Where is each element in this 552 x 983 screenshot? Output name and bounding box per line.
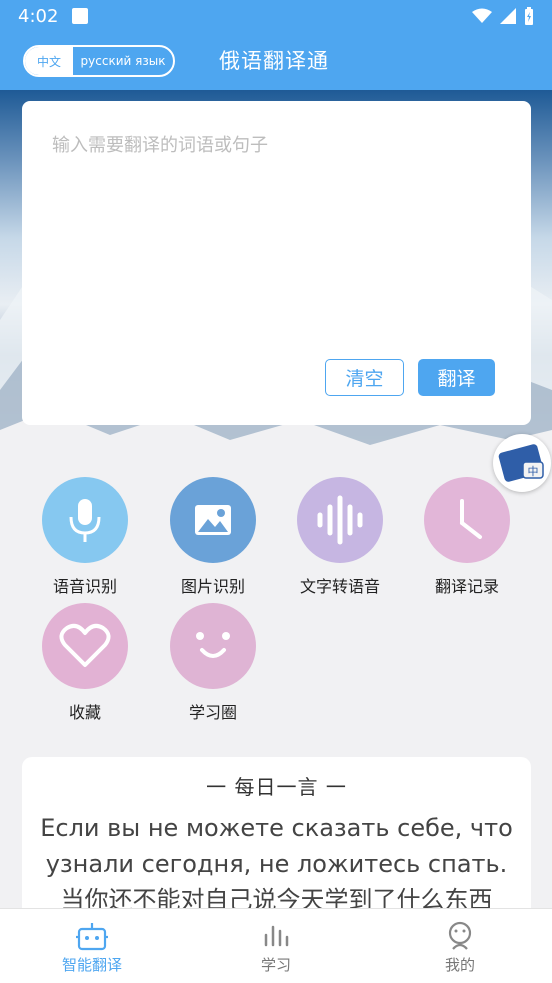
nav-smart-translate[interactable]: 智能翻译	[0, 909, 184, 983]
feature-label: 文字转语音	[299, 577, 380, 596]
waveform-icon	[297, 477, 383, 563]
feature-image-recognition[interactable]: 图片识别	[158, 477, 268, 597]
daily-quote-russian: Если вы не можете сказать себе, что узна…	[40, 814, 513, 878]
translation-input[interactable]	[52, 131, 502, 331]
bars-icon	[264, 925, 289, 947]
image-icon	[170, 477, 256, 563]
clock-icon	[424, 477, 510, 563]
feature-label: 收藏	[68, 703, 101, 722]
nav-mine[interactable]: 我的	[368, 909, 552, 983]
feature-label: 学习圈	[188, 703, 237, 722]
nav-label: 我的	[444, 956, 475, 974]
feature-text-to-speech[interactable]: 文字转语音	[285, 477, 395, 597]
status-bar: 4:02	[0, 0, 552, 32]
microphone-icon	[42, 477, 128, 563]
clear-button[interactable]: 清空	[325, 359, 404, 396]
heart-icon	[42, 603, 128, 689]
bottom-navigation: 智能翻译 学习 我的	[0, 908, 552, 983]
lang-target-option[interactable]: русский язык	[73, 47, 173, 75]
translation-input-card: 清空 翻译	[22, 101, 531, 425]
nav-label: 智能翻译	[61, 956, 122, 974]
notification-icon	[72, 8, 89, 24]
feature-translation-history[interactable]: 翻译记录	[412, 477, 522, 597]
signal-icon	[500, 8, 516, 24]
feature-label: 语音识别	[52, 577, 117, 596]
svg-text:中: 中	[528, 465, 539, 478]
battery-icon	[525, 7, 533, 25]
feature-study-circle[interactable]: 学习圈	[158, 603, 268, 723]
app-header: 中文 русский язык 俄语翻译通	[0, 32, 552, 90]
wifi-icon	[472, 8, 492, 23]
nav-study[interactable]: 学习	[184, 909, 368, 983]
lang-source-option[interactable]: 中文	[25, 47, 73, 75]
smiley-icon	[170, 603, 256, 689]
person-icon	[448, 921, 472, 950]
daily-quote-heading: 一 每日一言 一	[206, 775, 347, 799]
app-title: 俄语翻译通	[219, 49, 329, 73]
language-toggle[interactable]: 中文 русский язык	[23, 45, 175, 77]
feature-label: 图片识别	[180, 577, 245, 596]
nav-label: 学习	[260, 956, 291, 974]
status-time: 4:02	[18, 5, 59, 27]
translate-button[interactable]: 翻译	[418, 359, 495, 396]
feature-favorites[interactable]: 收藏	[30, 603, 140, 723]
feature-label: 翻译记录	[434, 577, 499, 596]
robot-icon	[76, 923, 108, 951]
feature-voice-recognition[interactable]: 语音识别	[30, 477, 140, 597]
